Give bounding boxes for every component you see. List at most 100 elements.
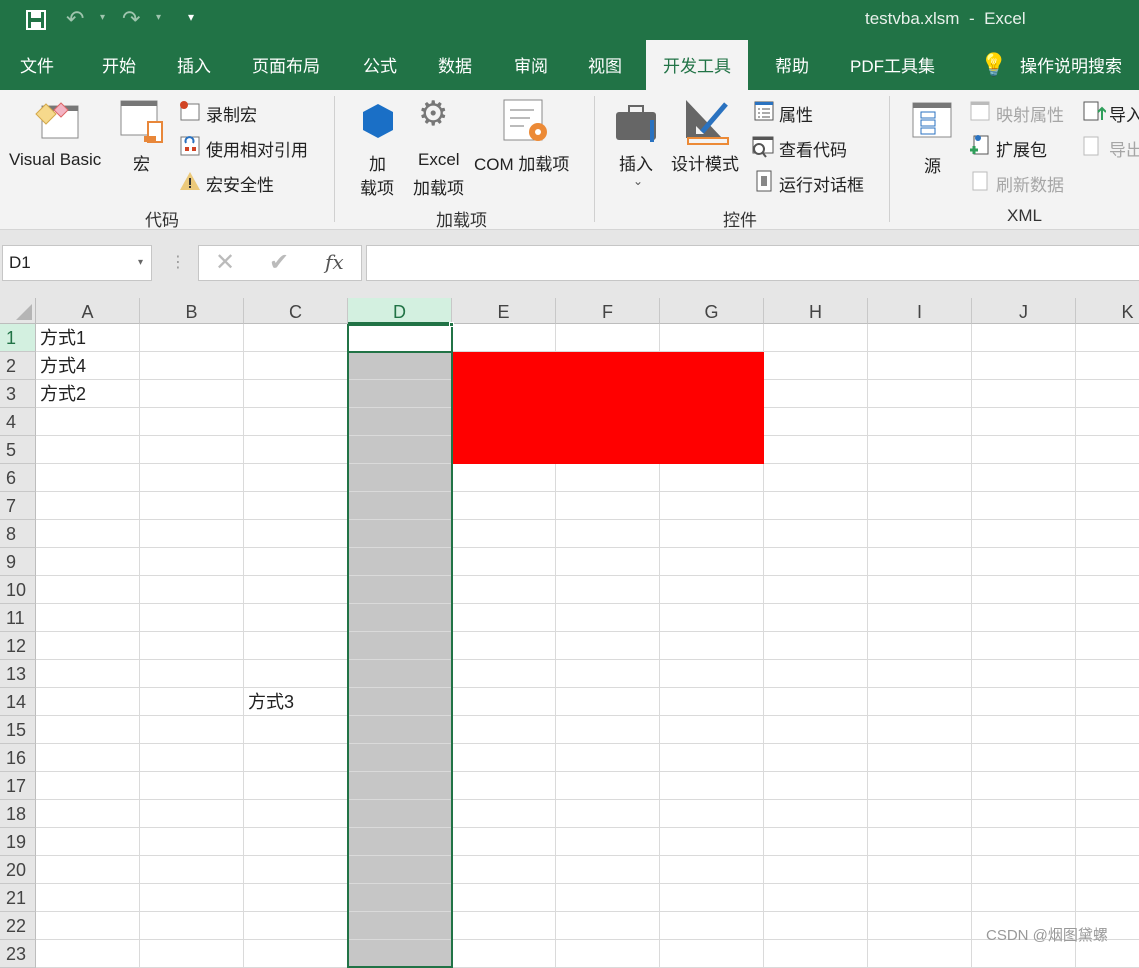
cell-K4[interactable] bbox=[1076, 408, 1139, 436]
row-header-13[interactable]: 13 bbox=[0, 660, 36, 688]
cell-D16[interactable] bbox=[348, 744, 452, 772]
column-header-D[interactable]: D bbox=[348, 298, 452, 324]
cell-I13[interactable] bbox=[868, 660, 972, 688]
cell-C23[interactable] bbox=[244, 940, 348, 968]
cell-D9[interactable] bbox=[348, 548, 452, 576]
row-header-16[interactable]: 16 bbox=[0, 744, 36, 772]
cell-E18[interactable] bbox=[452, 800, 556, 828]
row-header-18[interactable]: 18 bbox=[0, 800, 36, 828]
cell-H14[interactable] bbox=[764, 688, 868, 716]
cell-C8[interactable] bbox=[244, 520, 348, 548]
cell-K12[interactable] bbox=[1076, 632, 1139, 660]
cell-E13[interactable] bbox=[452, 660, 556, 688]
cell-E11[interactable] bbox=[452, 604, 556, 632]
cell-F20[interactable] bbox=[556, 856, 660, 884]
excel-addins-button-line1[interactable]: Excel bbox=[418, 150, 460, 170]
tab-developer[interactable]: 开发工具 bbox=[646, 40, 748, 90]
cell-D21[interactable] bbox=[348, 884, 452, 912]
cell-K7[interactable] bbox=[1076, 492, 1139, 520]
cell-A14[interactable] bbox=[36, 688, 140, 716]
cell-I5[interactable] bbox=[868, 436, 972, 464]
row-header-1[interactable]: 1 bbox=[0, 324, 36, 352]
cell-E6[interactable] bbox=[452, 464, 556, 492]
cell-E15[interactable] bbox=[452, 716, 556, 744]
cell-H11[interactable] bbox=[764, 604, 868, 632]
insert-control-button[interactable]: 插入 bbox=[619, 150, 653, 175]
undo-dropdown-icon[interactable]: ▾ bbox=[100, 12, 105, 23]
cell-F21[interactable] bbox=[556, 884, 660, 912]
column-header-B[interactable]: B bbox=[140, 298, 244, 324]
cell-C11[interactable] bbox=[244, 604, 348, 632]
cell-E7[interactable] bbox=[452, 492, 556, 520]
cell-F23[interactable] bbox=[556, 940, 660, 968]
cell-F6[interactable] bbox=[556, 464, 660, 492]
column-header-F[interactable]: F bbox=[556, 298, 660, 324]
cell-F8[interactable] bbox=[556, 520, 660, 548]
cell-B1[interactable] bbox=[140, 324, 244, 352]
cell-I15[interactable] bbox=[868, 716, 972, 744]
tab-view[interactable]: 视图 bbox=[576, 40, 634, 90]
cell-G17[interactable] bbox=[660, 772, 764, 800]
cell-J1[interactable] bbox=[972, 324, 1076, 352]
cell-G18[interactable] bbox=[660, 800, 764, 828]
cell-value-A2[interactable]: 方式4 bbox=[36, 352, 140, 380]
cell-E9[interactable] bbox=[452, 548, 556, 576]
cell-I17[interactable] bbox=[868, 772, 972, 800]
cell-I10[interactable] bbox=[868, 576, 972, 604]
column-header-I[interactable]: I bbox=[868, 298, 972, 324]
row-header-15[interactable]: 15 bbox=[0, 716, 36, 744]
cell-F3[interactable] bbox=[556, 380, 660, 408]
cell-I18[interactable] bbox=[868, 800, 972, 828]
cell-B19[interactable] bbox=[140, 828, 244, 856]
cell-J18[interactable] bbox=[972, 800, 1076, 828]
cell-E2[interactable] bbox=[452, 352, 556, 380]
properties-button[interactable]: 属性 bbox=[779, 101, 813, 126]
cell-F18[interactable] bbox=[556, 800, 660, 828]
cell-A13[interactable] bbox=[36, 660, 140, 688]
cell-F14[interactable] bbox=[556, 688, 660, 716]
cell-J20[interactable] bbox=[972, 856, 1076, 884]
row-header-14[interactable]: 14 bbox=[0, 688, 36, 716]
cell-C1[interactable] bbox=[244, 324, 348, 352]
cell-G22[interactable] bbox=[660, 912, 764, 940]
cell-I4[interactable] bbox=[868, 408, 972, 436]
cell-H16[interactable] bbox=[764, 744, 868, 772]
cell-A18[interactable] bbox=[36, 800, 140, 828]
row-header-6[interactable]: 6 bbox=[0, 464, 36, 492]
cell-B9[interactable] bbox=[140, 548, 244, 576]
cell-K6[interactable] bbox=[1076, 464, 1139, 492]
cell-D7[interactable] bbox=[348, 492, 452, 520]
cell-C9[interactable] bbox=[244, 548, 348, 576]
cell-E10[interactable] bbox=[452, 576, 556, 604]
cell-K9[interactable] bbox=[1076, 548, 1139, 576]
cell-I21[interactable] bbox=[868, 884, 972, 912]
cell-K14[interactable] bbox=[1076, 688, 1139, 716]
cell-G21[interactable] bbox=[660, 884, 764, 912]
row-header-12[interactable]: 12 bbox=[0, 632, 36, 660]
cell-B3[interactable] bbox=[140, 380, 244, 408]
cell-G3[interactable] bbox=[660, 380, 764, 408]
cell-C18[interactable] bbox=[244, 800, 348, 828]
cell-E19[interactable] bbox=[452, 828, 556, 856]
cell-G7[interactable] bbox=[660, 492, 764, 520]
cell-G23[interactable] bbox=[660, 940, 764, 968]
row-header-8[interactable]: 8 bbox=[0, 520, 36, 548]
cell-E23[interactable] bbox=[452, 940, 556, 968]
redo-dropdown-icon[interactable]: ▾ bbox=[156, 12, 161, 23]
cell-G5[interactable] bbox=[660, 436, 764, 464]
cell-G15[interactable] bbox=[660, 716, 764, 744]
cell-J7[interactable] bbox=[972, 492, 1076, 520]
cell-H6[interactable] bbox=[764, 464, 868, 492]
row-header-9[interactable]: 9 bbox=[0, 548, 36, 576]
cell-A11[interactable] bbox=[36, 604, 140, 632]
cell-H17[interactable] bbox=[764, 772, 868, 800]
export-button[interactable]: 导出 bbox=[1109, 136, 1139, 161]
cell-G11[interactable] bbox=[660, 604, 764, 632]
cell-E5[interactable] bbox=[452, 436, 556, 464]
insert-function-icon[interactable]: fx bbox=[325, 250, 344, 274]
cell-E8[interactable] bbox=[452, 520, 556, 548]
macros-button[interactable]: 宏 bbox=[133, 150, 150, 175]
design-mode-button[interactable]: 设计模式 bbox=[671, 150, 739, 175]
cell-C19[interactable] bbox=[244, 828, 348, 856]
cell-F4[interactable] bbox=[556, 408, 660, 436]
